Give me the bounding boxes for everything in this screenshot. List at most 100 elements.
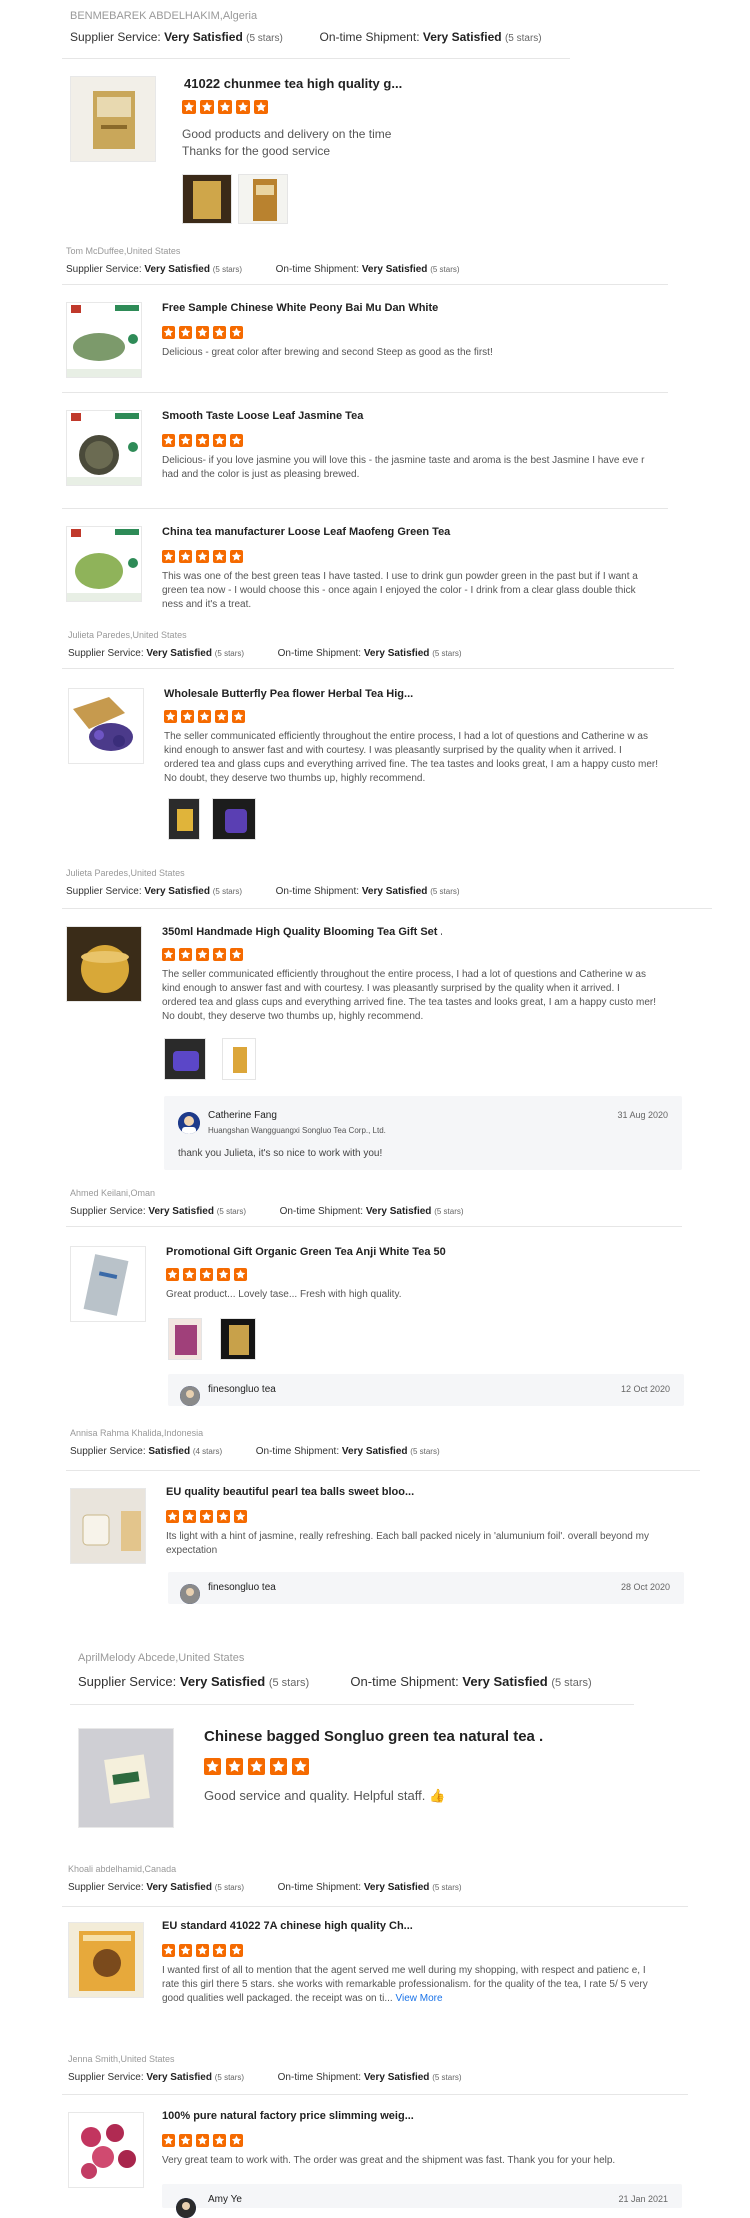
star-icon (230, 326, 243, 339)
star-icon (230, 1944, 243, 1957)
reply-text: thank you Julieta, it's so nice to work … (178, 1148, 383, 1159)
review-photo[interactable] (168, 1318, 202, 1360)
star-icon (164, 710, 177, 723)
product-thumbnail[interactable] (66, 302, 142, 378)
review-photo[interactable] (168, 798, 200, 840)
supplier-rating: Very Satisfied (146, 648, 212, 659)
product-title[interactable]: Chinese bagged Songluo green tea natural… (204, 1728, 544, 1745)
review-text: I wanted first of all to mention that th… (162, 1964, 658, 2006)
supplier-service-label: Supplier Service: (70, 1446, 146, 1457)
rating-summary: Supplier Service: Very Satisfied (5 star… (70, 1206, 464, 1217)
star-icon (218, 100, 232, 114)
review-photo[interactable] (220, 1318, 256, 1360)
supplier-stars-count: (5 stars) (212, 265, 243, 274)
rating-summary: Supplier Service: Very Satisfied (5 star… (66, 886, 460, 897)
review-text: Very great team to work with. The order … (162, 2155, 616, 2166)
shipment-stars-count: (5 stars) (430, 887, 460, 896)
reviewer-name: Jenna Smith,United States (68, 2054, 175, 2064)
product-title[interactable]: China tea manufacturer Loose Leaf Maofen… (162, 526, 462, 538)
product-title[interactable]: 350ml Handmade High Quality Blooming Tea… (162, 926, 442, 938)
star-icon (230, 2134, 243, 2147)
shipment-label: On-time Shipment: (277, 1882, 362, 1893)
shipment-rating: Very Satisfied (363, 2072, 430, 2083)
product-thumbnail[interactable] (68, 688, 144, 764)
star-icon (179, 1944, 192, 1957)
product-thumbnail[interactable] (78, 1728, 174, 1828)
review-photo[interactable] (222, 1038, 256, 1080)
star-icon (166, 1268, 179, 1281)
review-photo[interactable] (212, 798, 256, 840)
rating-summary: Supplier Service: Very Satisfied (5 star… (70, 30, 542, 44)
star-icon (162, 550, 175, 563)
reply-date: 28 Oct 2020 (620, 1582, 670, 1592)
reply-date: 31 Aug 2020 (617, 1110, 668, 1120)
reply-author: Catherine Fang (208, 1110, 277, 1121)
product-thumbnail[interactable] (68, 1922, 144, 1998)
reviewer-name: Julieta Paredes,United States (66, 868, 185, 878)
product-thumbnail[interactable] (70, 1246, 146, 1322)
review-text: The seller communicated efficiently thro… (164, 731, 658, 784)
star-icon (196, 1944, 209, 1957)
star-icon (230, 948, 243, 961)
star-rating (162, 550, 247, 568)
supplier-service-label: Supplier Service: (78, 1674, 177, 1689)
supplier-stars-count: (5 stars) (268, 1677, 310, 1689)
star-rating (164, 710, 249, 728)
shipment-rating: Very Satisfied (361, 886, 428, 897)
product-thumbnail[interactable] (66, 926, 142, 1002)
product-title[interactable]: 41022 chunmee tea high quality g... (184, 76, 414, 91)
star-icon (213, 326, 226, 339)
star-icon (230, 550, 243, 563)
supplier-stars-count: (5 stars) (214, 1883, 245, 1892)
supplier-rating: Very Satisfied (164, 30, 243, 44)
product-thumbnail[interactable] (70, 76, 156, 162)
review-text: Delicious- if you love jasmine you will … (162, 455, 645, 480)
star-icon (183, 1510, 196, 1523)
star-icon (179, 2134, 192, 2147)
supplier-rating: Very Satisfied (146, 2072, 212, 2083)
shipment-label: On-time Shipment: (277, 2072, 362, 2083)
shipment-stars-count: (5 stars) (432, 649, 462, 658)
star-icon (179, 326, 192, 339)
product-title[interactable]: Smooth Taste Loose Leaf Jasmine Tea (162, 410, 442, 422)
star-icon (162, 1944, 175, 1957)
star-icon (217, 1268, 230, 1281)
seller-reply: finesongluo tea 28 Oct 2020 (168, 1572, 684, 1604)
star-icon (162, 948, 175, 961)
reply-author: finesongluo tea (208, 1582, 276, 1593)
star-icon (230, 434, 243, 447)
shipment-label: On-time Shipment: (255, 1446, 340, 1457)
review-photo[interactable] (182, 174, 232, 224)
product-title[interactable]: Free Sample Chinese White Peony Bai Mu D… (162, 302, 442, 314)
review-photo[interactable] (164, 1038, 206, 1080)
star-rating (162, 1944, 247, 1962)
shipment-stars-count: (5 stars) (504, 33, 542, 44)
product-thumbnail[interactable] (68, 2112, 144, 2188)
product-title[interactable]: EU quality beautiful pearl tea balls swe… (166, 1486, 426, 1498)
shipment-stars-count: (5 stars) (432, 1883, 462, 1892)
reply-date: 12 Oct 2020 (620, 1384, 670, 1394)
product-title[interactable]: Promotional Gift Organic Green Tea Anji … (166, 1246, 446, 1258)
product-thumbnail[interactable] (66, 526, 142, 602)
supplier-stars-count: (5 stars) (214, 2073, 245, 2082)
supplier-service-label: Supplier Service: (70, 30, 161, 44)
review-photo[interactable] (238, 174, 288, 224)
star-icon (236, 100, 250, 114)
view-more-link[interactable]: View More (395, 1993, 442, 2004)
supplier-service-label: Supplier Service: (66, 264, 142, 275)
product-title[interactable]: EU standard 41022 7A chinese high qualit… (162, 1920, 442, 1932)
reply-author: finesongluo tea (208, 1384, 276, 1395)
star-rating (166, 1510, 251, 1528)
shipment-rating: Very Satisfied (363, 1882, 430, 1893)
star-icon (162, 326, 175, 339)
product-title[interactable]: 100% pure natural factory price slimming… (162, 2110, 442, 2122)
review-text: This was one of the best green teas I ha… (162, 571, 638, 610)
star-rating (162, 326, 247, 344)
product-thumbnail[interactable] (66, 410, 142, 486)
star-icon (196, 326, 209, 339)
product-thumbnail[interactable] (70, 1488, 146, 1564)
shipment-rating: Very Satisfied (462, 1674, 548, 1689)
product-title[interactable]: Wholesale Butterfly Pea flower Herbal Te… (164, 688, 414, 700)
shipment-rating: Very Satisfied (361, 264, 428, 275)
rating-summary: Supplier Service: Very Satisfied (5 star… (68, 648, 462, 659)
